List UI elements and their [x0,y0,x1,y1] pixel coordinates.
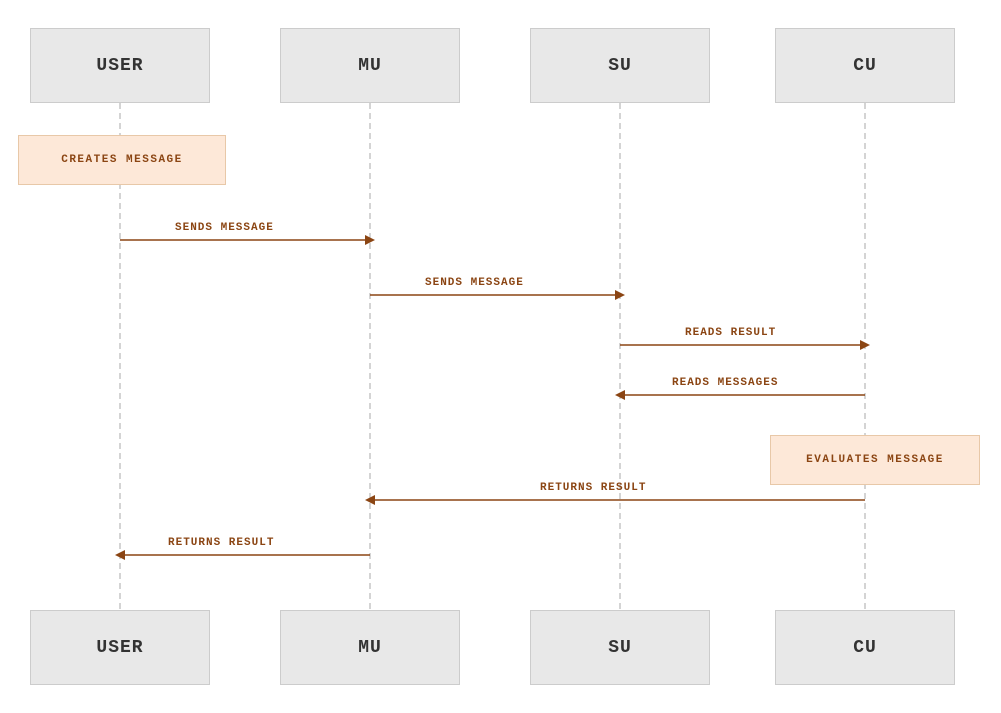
arrow-label-sends-1: SENDS MESSAGE [175,222,274,234]
arrow-label-returns-result-2: RETURNS RESULT [168,537,274,549]
actor-user-bottom: USER [30,610,210,685]
actor-su-bottom: SU [530,610,710,685]
evaluates-message-box: EVALUATES MESSAGE [770,435,980,485]
arrow-label-reads-result: READS RESULT [685,327,776,339]
diagram-svg [0,0,1001,713]
arrow-label-reads-messages: READS MESSAGES [672,377,778,389]
arrow-label-sends-2: SENDS MESSAGE [425,277,524,289]
actor-cu-top: CU [775,28,955,103]
actor-cu-bottom: CU [775,610,955,685]
creates-message-box: CREATES MESSAGE [18,135,226,185]
actor-su-top: SU [530,28,710,103]
arrow-label-returns-result-1: RETURNS RESULT [540,482,646,494]
actor-mu-bottom: MU [280,610,460,685]
actor-user-top: USER [30,28,210,103]
sequence-diagram: USER MU SU CU USER MU SU CU CREATES MESS… [0,0,1001,713]
actor-mu-top: MU [280,28,460,103]
